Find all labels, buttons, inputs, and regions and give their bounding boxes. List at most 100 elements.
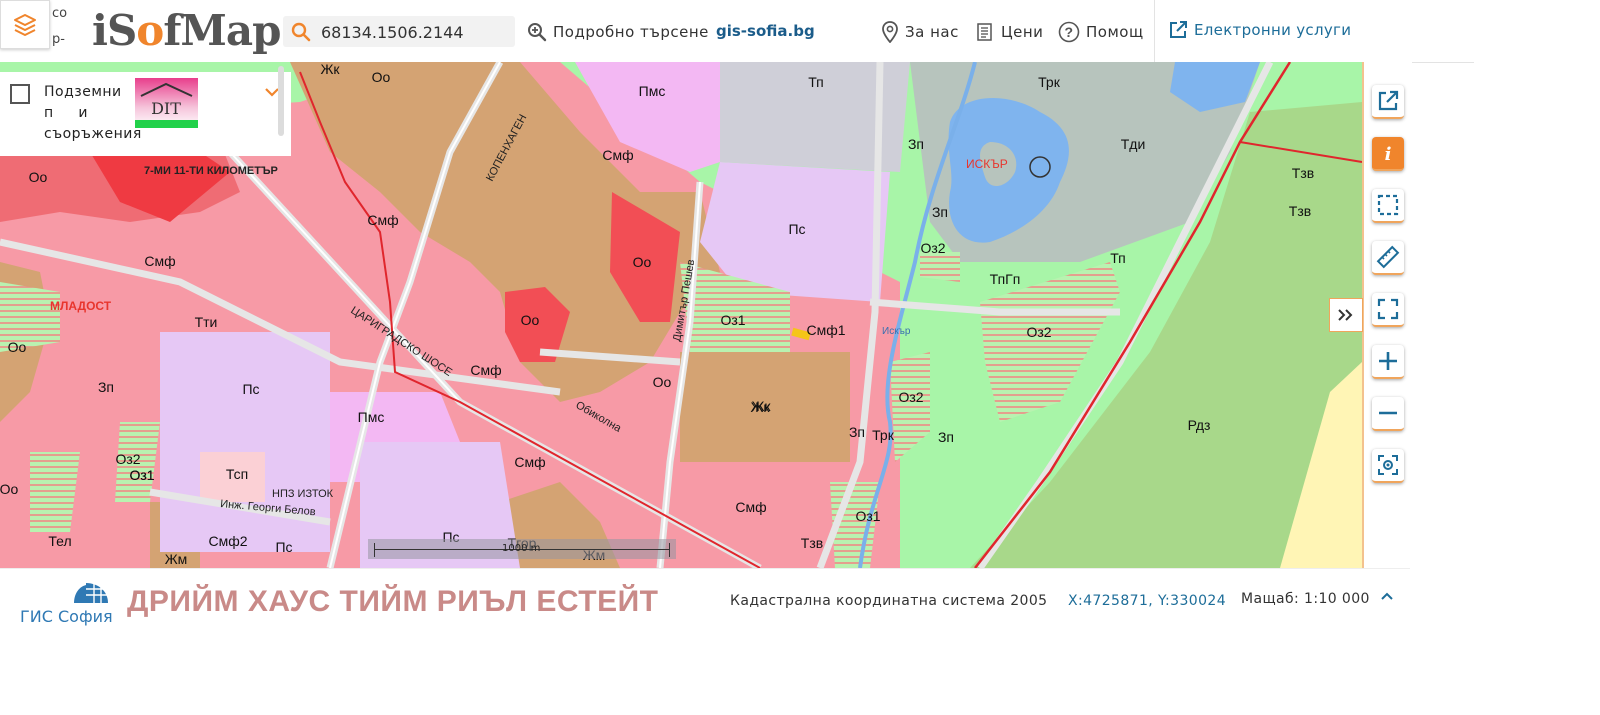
zone-label: Жк — [750, 399, 770, 415]
locate-icon — [1378, 455, 1398, 475]
double-chevron-right-icon — [1338, 309, 1353, 321]
zone-label: Трк — [1038, 74, 1061, 90]
layer-checkbox[interactable] — [10, 84, 30, 104]
snippet-line: р- — [52, 32, 65, 47]
panel-scrollbar[interactable] — [278, 66, 284, 136]
zone-label: Трк — [872, 427, 895, 443]
zone-label: Тти — [195, 314, 218, 330]
advanced-search-link[interactable]: Подробно търсене — [527, 20, 709, 44]
layer-label-line: и — [78, 105, 89, 121]
zone-label: Оз1 — [720, 312, 745, 328]
zone-label: Смф — [514, 454, 545, 470]
scale-bar: 1000 m — [368, 539, 676, 559]
district-label: МЛАДОСТ — [50, 299, 112, 313]
info-button[interactable]: i — [1372, 137, 1404, 171]
zone-label: Тсп — [226, 466, 248, 482]
zone-label: Зп — [932, 204, 948, 220]
district-label: ИСКЪР — [966, 157, 1008, 171]
zoom-in-button[interactable] — [1372, 345, 1404, 379]
ruler-button[interactable] — [1372, 241, 1404, 275]
logo-pin-o: o — [136, 6, 164, 55]
zoom-out-button[interactable] — [1372, 397, 1404, 431]
chevron-up-icon[interactable] — [1380, 591, 1394, 601]
zone-label: Зп — [938, 429, 954, 445]
zone-label: Оо — [29, 169, 48, 185]
advanced-search-label: Подробно търсене — [553, 23, 709, 41]
external-link-button[interactable] — [1372, 85, 1404, 119]
hatched-greenery — [920, 252, 960, 282]
help-label: Помощ — [1086, 23, 1144, 41]
help-link[interactable]: ? Помощ — [1058, 20, 1144, 44]
select-area-icon — [1377, 194, 1399, 216]
zone-label: Пмс — [639, 83, 666, 99]
map-tools-rail: i — [1362, 62, 1412, 568]
logo-text: fMap — [163, 6, 281, 55]
zone-label: Тзв — [801, 535, 823, 551]
search-box[interactable] — [283, 16, 515, 47]
zone-label: Тп — [808, 74, 824, 90]
fullscreen-icon — [1377, 298, 1399, 320]
eservices-link[interactable]: Електронни услуги — [1168, 20, 1351, 40]
scale-bar-label: 1000 m — [502, 543, 541, 554]
zone-label: Пмс — [358, 409, 385, 425]
zoom-out-icon — [1379, 411, 1397, 415]
help-icon: ? — [1058, 21, 1080, 43]
price-list-icon — [977, 23, 992, 41]
zone-label: Тп — [1110, 250, 1126, 266]
map-pin-icon — [882, 21, 898, 43]
search-input[interactable] — [319, 19, 513, 45]
zone-label: Пс — [788, 221, 805, 237]
about-link[interactable]: За нас — [881, 20, 959, 44]
river-label: Искър — [882, 326, 911, 337]
zoom-search-icon — [528, 23, 547, 42]
header-divider — [1154, 0, 1155, 62]
prices-link[interactable]: Цени — [975, 20, 1043, 44]
zone-label: Смф — [470, 362, 501, 378]
company-name: ДРИЙМ ХАУС ТИЙМ РИЪЛ ЕСТЕЙТ — [127, 585, 659, 618]
logo-text: iS — [92, 6, 137, 55]
zone-label: Пс — [275, 539, 292, 555]
coordinate-system[interactable]: Кадастрална координатна система 2005 — [730, 593, 1047, 609]
dht-logo: DIT — [135, 78, 198, 128]
zone-label: Жк — [320, 62, 340, 77]
ruler-icon — [1376, 245, 1400, 269]
zone-label: Смф1 — [806, 322, 845, 338]
expand-panel-button[interactable] — [1329, 298, 1363, 332]
layers-button[interactable] — [0, 0, 50, 49]
zone-label: Оо — [521, 312, 540, 328]
zone-label: Зп — [98, 379, 114, 395]
zone-label: Смф — [367, 212, 398, 228]
gis-sofia-link[interactable]: gis-sofia.bg — [716, 22, 815, 40]
zone-label: Оз1 — [129, 467, 154, 483]
zone-label: Оз2 — [920, 240, 945, 256]
zone-label: Тел — [48, 533, 71, 549]
fullscreen-button[interactable] — [1372, 293, 1404, 327]
eservices-label: Електронни услуги — [1194, 21, 1352, 39]
dht-logo-text: DIT — [151, 99, 181, 118]
cursor-coordinates: X:4725871, Y:330024 — [1068, 593, 1227, 609]
zone-label: Зп — [849, 424, 865, 440]
locate-button[interactable] — [1372, 449, 1404, 483]
zone-label: Смф2 — [208, 533, 247, 549]
left-text-snippet: со р- — [50, 0, 67, 62]
select-area-button[interactable] — [1372, 189, 1404, 223]
zone-label: Пс — [242, 381, 259, 397]
external-link-icon — [1378, 90, 1399, 111]
map-scale[interactable]: Мащаб: 1:10 000 — [1241, 591, 1370, 607]
zone-label: Тди — [1121, 136, 1146, 152]
zone-label: Тзв — [1292, 165, 1314, 181]
svg-text:?: ? — [1064, 24, 1073, 40]
zone-label: ТпГп — [990, 271, 1021, 287]
zone-label: Жм — [165, 551, 188, 567]
zone-label: Оо — [653, 374, 672, 390]
svg-text:i: i — [1385, 144, 1392, 165]
zone-label: Рдз — [1188, 417, 1211, 433]
zone-label: Оо — [633, 254, 652, 270]
info-icon: i — [1385, 144, 1392, 165]
external-link-icon — [1170, 21, 1187, 38]
zone-label: Оо — [0, 481, 19, 497]
zone-label: Оо — [8, 339, 27, 355]
zone-label: Зп — [908, 136, 924, 152]
prices-label: Цени — [1001, 23, 1044, 41]
isofmap-logo[interactable]: iSofMap — [92, 6, 281, 56]
